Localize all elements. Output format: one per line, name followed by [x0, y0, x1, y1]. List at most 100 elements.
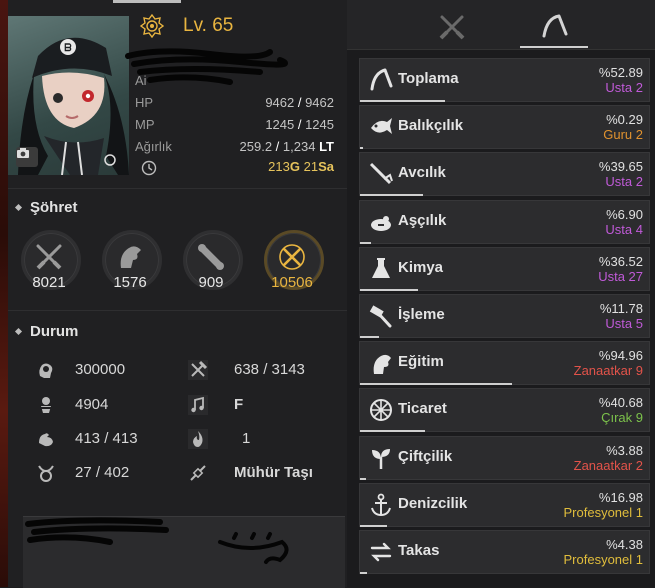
- fame-combat[interactable]: 8021: [18, 228, 81, 291]
- lifeskill-rank: Profesyonel 1: [563, 504, 644, 520]
- active-tab-indicator: [113, 0, 181, 3]
- section-divider: [8, 310, 347, 311]
- clock-icon: [141, 160, 157, 176]
- scroll-icon: [198, 244, 224, 270]
- lifeskill-row-kimya[interactable]: Kimya %36.52 Usta 27: [359, 246, 650, 291]
- lifeskill-percent: %6.90: [606, 206, 643, 222]
- horse-head-icon: [373, 355, 391, 375]
- crossed-swords-icon: [36, 244, 62, 270]
- flask-icon: [372, 257, 390, 278]
- lifeskill-row-denizcilik[interactable]: Denizcilik %16.98 Profesyonel 1: [359, 482, 650, 527]
- rifle-icon: [369, 163, 393, 185]
- lifeskill-name: Aşçılık: [398, 211, 447, 229]
- cooking-pot-icon: [371, 215, 391, 231]
- character-panel: ᗷ Lv. 65 Ai HP 9462 / 9462 MP 1245 / 124…: [8, 0, 347, 588]
- taurus-icon: [38, 465, 54, 482]
- lifeskill-percent: %16.98: [598, 489, 643, 505]
- time-hours-unit: G: [289, 159, 300, 174]
- lifeskill-progress-bar: [360, 147, 363, 150]
- lifeskill-name: Denizcilik: [398, 494, 468, 512]
- flame-icon: [188, 429, 208, 449]
- lifeskill-percent: %3.88: [606, 442, 643, 458]
- tendency-value: 638 / 3143: [234, 361, 305, 378]
- section-divider: [8, 188, 347, 189]
- lifeskill-rank: Usta 2: [605, 80, 643, 95]
- lifeskill-name: Eğitim: [398, 353, 444, 371]
- music-rank-value: F: [234, 396, 244, 413]
- lifeskill-progress-bar: [360, 572, 367, 574]
- background-edge: [0, 0, 8, 587]
- svg-text:ᗷ: ᗷ: [64, 42, 71, 54]
- character-portrait: ᗷ: [8, 16, 129, 175]
- lifeskill-row-eğitim[interactable]: Eğitim %94.96 Zanaatkar 9: [359, 341, 650, 386]
- weight-unit: LT: [319, 139, 334, 154]
- lifeskill-name: Toplama: [398, 70, 459, 87]
- horse-head-icon: [120, 246, 141, 268]
- time-minutes: 21: [303, 159, 319, 174]
- fame-total[interactable]: 10506: [261, 228, 324, 291]
- partial-label: Ai: [135, 73, 147, 88]
- tab-combat[interactable]: [437, 12, 467, 42]
- camera-icon: [17, 148, 29, 158]
- lifeskill-row-balıkçılık[interactable]: Balıkçılık %0.29 Guru 2: [359, 105, 650, 150]
- fame-knowledge-value: 909: [198, 274, 224, 291]
- hp-current: 9462: [265, 95, 295, 110]
- lifeskill-progress-bar: [360, 477, 366, 480]
- hp-label: HP: [135, 95, 154, 110]
- muscle-icon: [39, 433, 53, 447]
- fame-title: Şöhret: [30, 199, 78, 216]
- energy-value: 300000: [75, 361, 126, 378]
- level-prefix: Lv.: [183, 15, 207, 36]
- lifeskill-name: Ticaret: [398, 400, 447, 418]
- lifeskill-rank: Usta 2: [605, 174, 643, 190]
- medal-icon: [39, 397, 53, 413]
- weight-current: 259.2: [239, 139, 273, 154]
- lifeskill-percent: %52.89: [598, 65, 643, 80]
- lifeskill-name: Takas: [398, 542, 440, 559]
- gold-crossed-swords-icon: [279, 244, 305, 270]
- lifeskill-row-aşçılık[interactable]: Aşçılık %6.90 Usta 4: [359, 199, 650, 244]
- lifeskill-panel: Toplama %52.89 Usta 2 Balıkçılık %0.29 Guru 2…: [347, 0, 655, 587]
- fame-knowledge[interactable]: 909: [180, 228, 243, 291]
- active-tab-indicator: [520, 46, 588, 48]
- lifeskill-percent: %40.68: [598, 395, 643, 411]
- camera-button[interactable]: [16, 147, 38, 167]
- stamina-value: 413 / 413: [75, 430, 138, 447]
- inventory-value: 27 / 402: [75, 464, 130, 481]
- lifeskill-row-ticaret[interactable]: Ticaret %40.68 Çırak 9: [359, 388, 650, 433]
- sprout-icon: [372, 448, 390, 469]
- lifeskill-progress-bar: [360, 241, 371, 244]
- lifeskill-row-takas[interactable]: Takas %4.38 Profesyonel 1: [359, 530, 650, 574]
- lifeskill-percent: %94.96: [598, 348, 643, 364]
- lifeskill-progress-bar: [360, 288, 418, 291]
- lifeskill-rank: Zanaatkar 2: [573, 457, 643, 473]
- seal-stone-value: Mühür Taşı: [234, 464, 313, 481]
- status-title: Durum: [30, 323, 79, 340]
- lifeskill-rank: Zanaatkar 9: [573, 363, 643, 379]
- lifeskill-name: Kimya: [398, 258, 444, 276]
- fame-section-title: Şöhret: [14, 199, 78, 216]
- anchor-icon: [371, 493, 391, 516]
- lifeskill-row-avcılık[interactable]: Avcılık %39.65 Usta 2: [359, 152, 650, 197]
- tab-bar: [347, 0, 655, 50]
- hp-max: 9462: [305, 95, 334, 110]
- level-display: Lv. 65: [183, 15, 233, 37]
- redaction-scribble-bottom: [25, 517, 289, 564]
- pickaxe-icon: [188, 360, 208, 380]
- mp-value: 1245 / 1245: [265, 117, 334, 132]
- weight-max: 1,234: [282, 139, 316, 154]
- lifeskill-progress-bar: [360, 383, 512, 386]
- lifeskill-name: Çiftçilik: [398, 447, 453, 465]
- swap-arrows-icon: [370, 542, 392, 562]
- lifeskill-row-toplama[interactable]: Toplama %52.89 Usta 2: [359, 58, 650, 102]
- chain-icon: [190, 465, 206, 481]
- mp-label: MP: [135, 117, 155, 132]
- fame-life[interactable]: 1576: [99, 228, 162, 291]
- tab-lifeskill[interactable]: [539, 12, 569, 42]
- stamina-text: 413 / 413: [75, 430, 138, 447]
- lifeskill-row-i̇şleme[interactable]: İşleme %11.78 Usta 5: [359, 294, 650, 338]
- fame-combat-value: 8021: [32, 274, 66, 291]
- lifeskill-rank: Usta 27: [598, 268, 643, 284]
- lifeskill-row-çiftçilik[interactable]: Çiftçilik %3.88 Zanaatkar 2: [359, 435, 650, 480]
- status-section-title: Durum: [14, 323, 79, 340]
